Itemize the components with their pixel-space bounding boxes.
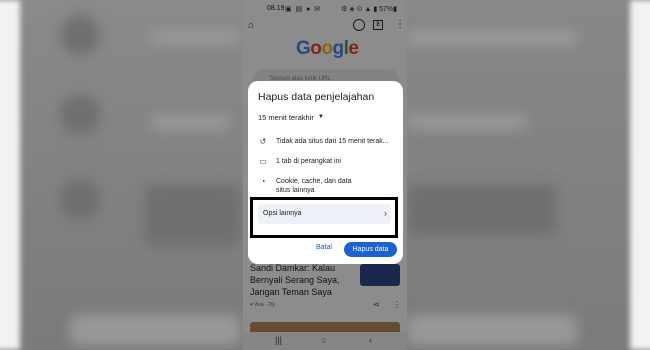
blurred-edge <box>630 0 650 350</box>
blurred-shape <box>407 30 577 46</box>
history-label: Tidak ada situs dari 15 menit terak... <box>276 138 389 145</box>
dropdown-arrow-icon[interactable]: ▼ <box>318 114 324 120</box>
blurred-shape <box>145 185 240 245</box>
blurred-shape <box>150 30 240 44</box>
blurred-shape <box>407 115 527 129</box>
blurred-shape <box>407 185 557 235</box>
cancel-button[interactable]: Batal <box>316 244 332 251</box>
time-range-select[interactable]: 15 menit terakhir <box>258 113 314 122</box>
blurred-shape <box>150 115 230 129</box>
cookies-label: Cookie, cache, dan data situs lainnya <box>276 178 352 194</box>
blurred-shape <box>60 15 100 55</box>
blurred-shape <box>60 180 100 220</box>
blurred-background-right <box>407 0 650 350</box>
dialog-title: Hapus data penjelajahan <box>258 91 375 103</box>
tabs-label: 1 tab di perangkat ini <box>276 158 341 165</box>
blurred-shape <box>60 95 100 135</box>
blurred-background-left <box>0 0 243 350</box>
history-icon: ↺ <box>259 137 267 146</box>
tab-icon: ▭ <box>259 157 267 166</box>
cookie-icon: ◔ <box>260 177 266 186</box>
blurred-shape <box>70 315 240 345</box>
blurred-edge <box>0 0 20 350</box>
clear-data-button[interactable]: Hapus data <box>344 242 397 257</box>
blurred-shape <box>407 315 577 345</box>
highlight-box <box>250 197 398 238</box>
